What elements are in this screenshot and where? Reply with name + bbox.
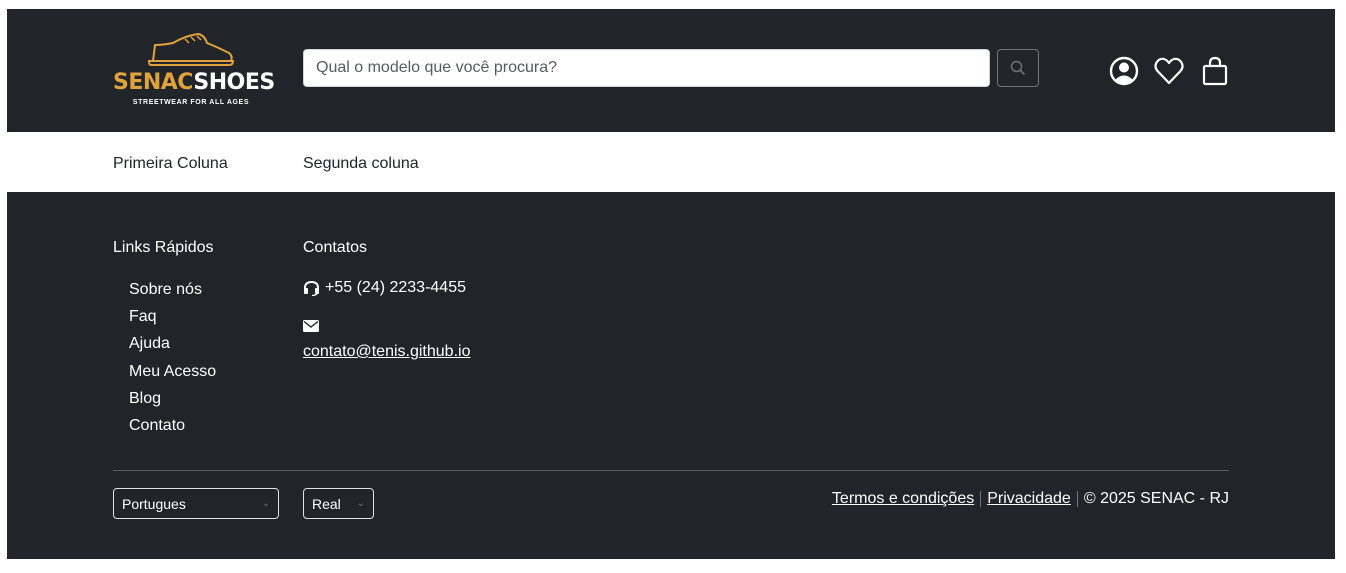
- header: SENACSHOES STREETWEAR FOR ALL AGES: [7, 9, 1335, 132]
- search-icon: [1010, 60, 1026, 76]
- language-select[interactable]: Portugues ⌄: [113, 488, 279, 519]
- logo-wordmark: SENACSHOES: [113, 70, 275, 95]
- contact-phone: +55 (24) 2233-4455: [303, 279, 466, 297]
- headset-icon: [304, 280, 319, 296]
- footer-link-help[interactable]: Ajuda: [129, 334, 216, 361]
- footer: Links Rápidos Sobre nós Faq Ajuda Meu Ac…: [7, 192, 1335, 559]
- privacy-link[interactable]: Privacidade: [987, 490, 1071, 508]
- chevron-down-icon: ⌄: [356, 498, 365, 509]
- shopping-bag-icon[interactable]: [1199, 55, 1231, 87]
- footer-link-about[interactable]: Sobre nós: [129, 280, 216, 307]
- contact-email-link[interactable]: contato@tenis.github.io: [303, 343, 470, 361]
- currency-select[interactable]: Real ⌄: [303, 488, 374, 519]
- quick-links-list: Sobre nós Faq Ajuda Meu Acesso Blog Cont…: [129, 280, 216, 443]
- footer-link-account[interactable]: Meu Acesso: [129, 362, 216, 389]
- logo[interactable]: SENACSHOES STREETWEAR FOR ALL AGES: [113, 31, 275, 113]
- footer-link-blog[interactable]: Blog: [129, 389, 216, 416]
- quick-links-title: Links Rápidos: [113, 239, 214, 256]
- footer-link-faq[interactable]: Faq: [129, 307, 216, 334]
- phone-number: +55 (24) 2233-4455: [325, 279, 466, 296]
- chevron-down-icon: ⌄: [261, 498, 270, 509]
- shoe-logo-icon: [147, 32, 235, 66]
- legal-links: Termos e condições Privacidade © 2025 SE…: [832, 490, 1229, 508]
- contacts-title: Contatos: [303, 239, 368, 256]
- copyright-text: © 2025 SENAC - RJ: [1083, 490, 1229, 507]
- logo-tagline: STREETWEAR FOR ALL AGES: [132, 99, 250, 106]
- second-column: Segunda coluna: [303, 155, 419, 172]
- language-select-value: Portugues: [122, 495, 186, 512]
- envelope-icon: [303, 320, 319, 332]
- search-button[interactable]: [997, 49, 1039, 87]
- search-input[interactable]: [303, 49, 990, 87]
- separator: [1076, 491, 1078, 507]
- user-circle-icon[interactable]: [1108, 55, 1140, 87]
- terms-link[interactable]: Termos e condições: [832, 490, 974, 508]
- currency-select-value: Real: [312, 495, 341, 512]
- footer-divider: [113, 470, 1229, 471]
- heart-icon[interactable]: [1153, 55, 1185, 87]
- footer-link-contact[interactable]: Contato: [129, 416, 216, 443]
- first-column: Primeira Coluna: [113, 155, 228, 172]
- separator: [980, 491, 982, 507]
